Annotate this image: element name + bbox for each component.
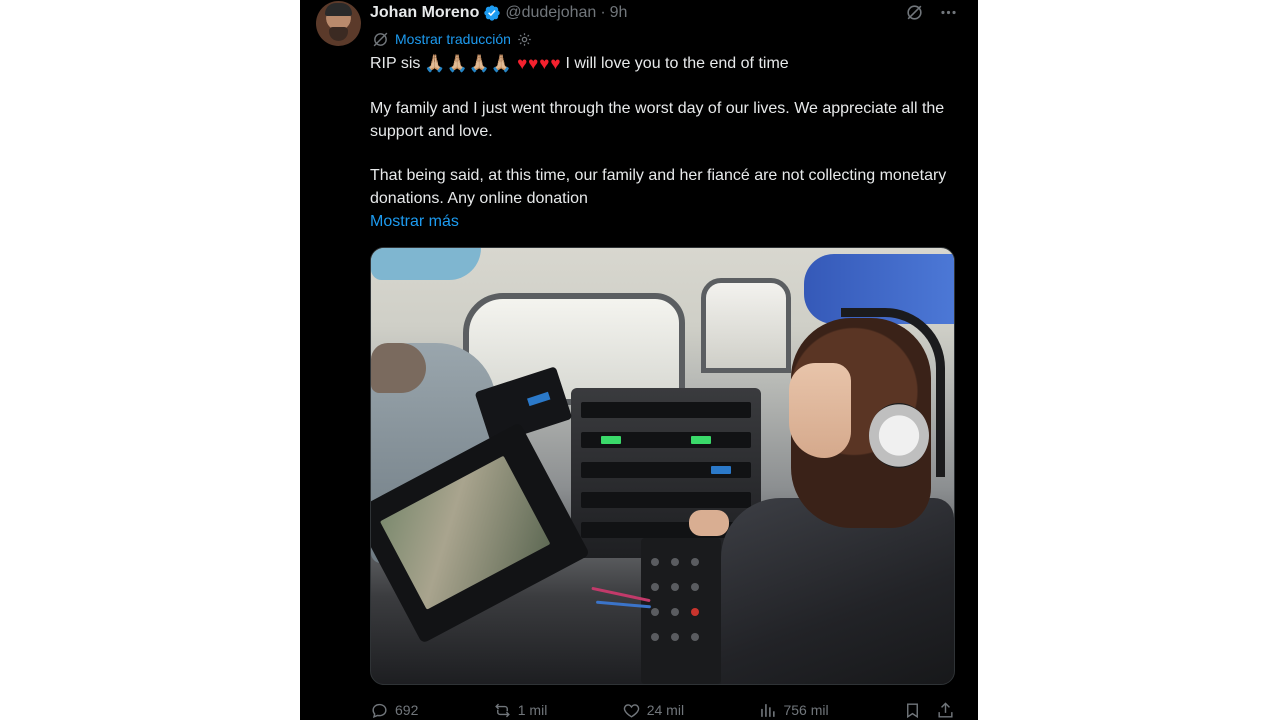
repost-count: 1 mil	[517, 702, 548, 718]
tweet-text-line1-suffix: I will love you to the end of time	[565, 54, 789, 72]
tweet-media-photo[interactable]	[370, 247, 955, 685]
avatar-beard	[329, 27, 348, 41]
tweet-text: RIP sis 🙏🏼🙏🏼🙏🏼🙏🏼 ♥♥♥♥ I will love you to…	[370, 53, 950, 234]
like-button[interactable]: 24 mil	[622, 701, 684, 720]
tweet-line-1: RIP sis 🙏🏼🙏🏼🙏🏼🙏🏼 ♥♥♥♥ I will love you to…	[370, 53, 950, 75]
author-avatar[interactable]	[316, 1, 361, 46]
photo-pilot-head	[371, 343, 426, 393]
bookmark-icon	[907, 702, 918, 718]
separator-dot: ·	[600, 4, 606, 21]
views-icon	[761, 703, 776, 717]
photo-lower-panel	[641, 538, 721, 684]
photo-side-window	[701, 278, 791, 373]
gear-icon[interactable]	[517, 31, 533, 47]
console-strip	[581, 402, 751, 418]
reply-button[interactable]: 692	[370, 701, 418, 720]
grok-icon[interactable]	[904, 2, 924, 22]
show-translation-link[interactable]: Mostrar traducción	[395, 31, 511, 47]
heart-icon	[623, 703, 639, 718]
bookmark-button[interactable]	[903, 701, 922, 720]
tweet-action-bar: 692 1 mil 24 mil 756 mil	[370, 698, 955, 720]
translate-row: Mostrar traducción	[371, 30, 533, 48]
show-more-link[interactable]: Mostrar más	[370, 211, 950, 234]
repost-button[interactable]: 1 mil	[493, 701, 548, 720]
share-icon	[938, 701, 953, 718]
photo-hand	[689, 510, 729, 536]
views-button[interactable]: 756 mil	[758, 701, 829, 720]
reply-icon	[372, 703, 387, 718]
tweet-paragraph-2: My family and I just went through the wo…	[370, 100, 945, 140]
tweet-top-actions	[904, 2, 958, 22]
red-heart-emojis: ♥♥♥♥	[517, 54, 562, 73]
like-count: 24 mil	[646, 702, 685, 718]
tweet-header: Johan Moreno @dudejohan · 9h	[370, 3, 627, 23]
more-icon[interactable]	[938, 2, 958, 22]
console-display	[711, 466, 731, 474]
tweet-paragraph-3: That being said, at this time, our famil…	[370, 167, 947, 207]
tweet-text-prefix: RIP sis	[370, 54, 421, 72]
tweet-panel: Johan Moreno @dudejohan · 9h Mostrar tra…	[300, 0, 978, 720]
console-display	[691, 436, 711, 444]
share-button[interactable]	[936, 701, 955, 720]
avatar-cap	[325, 3, 352, 16]
tweet-timestamp[interactable]: 9h	[610, 4, 628, 22]
repost-icon	[494, 703, 510, 717]
photo-sky-window	[371, 248, 481, 280]
praying-hands-emojis: 🙏🏼🙏🏼🙏🏼🙏🏼	[424, 54, 514, 73]
console-display	[601, 436, 621, 444]
tweet-secondary-actions	[903, 701, 955, 720]
photo-headset-earcup	[869, 403, 929, 468]
author-handle[interactable]: @dudejohan	[505, 4, 596, 22]
console-strip	[581, 492, 751, 508]
verified-badge-icon	[483, 4, 501, 22]
translate-icon	[371, 30, 389, 48]
views-count: 756 mil	[783, 702, 829, 718]
reply-count: 692	[395, 702, 419, 718]
author-display-name[interactable]: Johan Moreno	[370, 4, 479, 22]
